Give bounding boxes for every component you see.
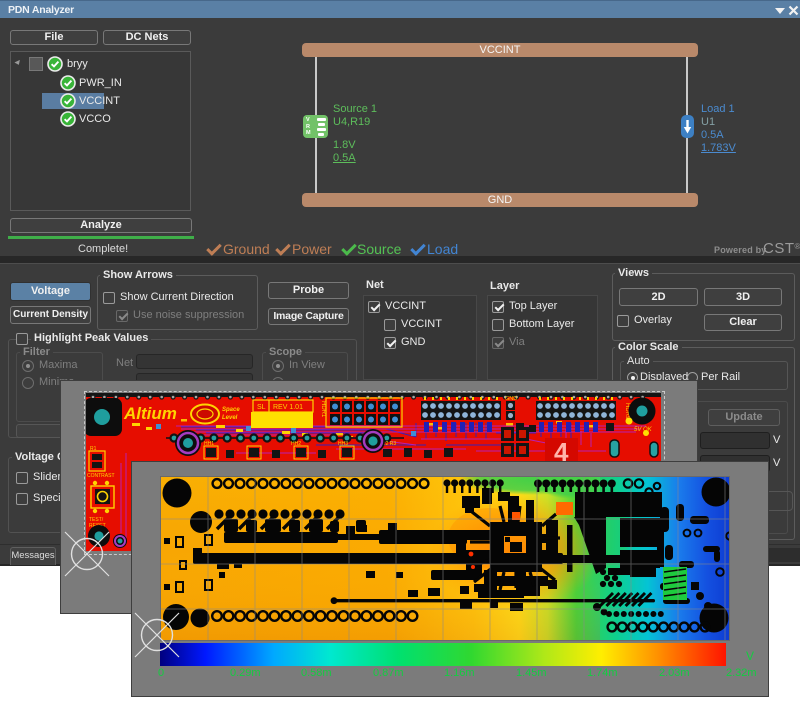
svg-text:HH3: HH3 [338, 441, 348, 447]
svg-text:Space: Space [222, 407, 240, 413]
svg-text:HH1: HH1 [204, 441, 214, 447]
svg-text:REV 1.01: REV 1.01 [273, 404, 303, 411]
svg-text:HDR1: HDR1 [320, 401, 326, 418]
svg-text:SL: SL [257, 404, 266, 411]
svg-text:HH2: HH2 [291, 441, 301, 447]
svg-text:Altium: Altium [123, 404, 177, 423]
svg-text:CONTRAST: CONTRAST [87, 473, 115, 479]
svg-text:Level: Level [222, 415, 238, 421]
